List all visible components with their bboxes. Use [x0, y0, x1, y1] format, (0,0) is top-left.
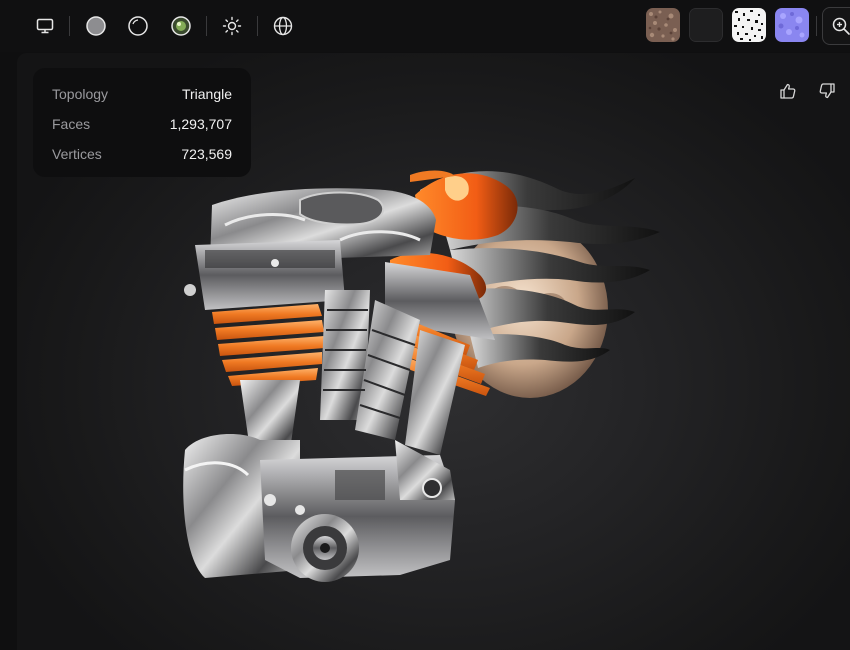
toolbar-divider	[69, 16, 70, 36]
globe-icon	[273, 16, 293, 36]
normal-map-icon	[775, 8, 809, 42]
toolbar-divider	[206, 16, 207, 36]
vertices-label: Vertices	[52, 146, 102, 162]
toolbar-divider	[257, 16, 258, 36]
monitor-icon	[36, 18, 54, 34]
green-sphere-icon	[171, 16, 191, 36]
faces-value: 1,293,707	[169, 116, 232, 132]
engine-3d-model[interactable]	[150, 150, 690, 600]
top-toolbar	[0, 0, 850, 52]
normal-texture-thumbnail[interactable]	[775, 8, 809, 42]
clay-material-button[interactable]	[166, 11, 196, 41]
noise-texture-thumbnail[interactable]	[732, 8, 766, 42]
zoom-button[interactable]	[822, 7, 850, 45]
like-button[interactable]	[777, 80, 799, 102]
faces-label: Faces	[52, 116, 91, 132]
model-viewer-app: Topology Triangle Faces 1,293,707 Vertic…	[0, 0, 850, 650]
toolbar-divider	[816, 16, 817, 36]
faces-row: Faces 1,293,707	[52, 114, 232, 134]
dislike-button[interactable]	[816, 80, 838, 102]
thumbs-up-icon	[780, 83, 796, 99]
base-color-icon	[646, 8, 680, 42]
sun-icon	[222, 16, 242, 36]
display-mode-button[interactable]	[30, 11, 60, 41]
environment-button[interactable]	[268, 11, 298, 41]
solid-material-button[interactable]	[81, 11, 111, 41]
topology-row: Topology Triangle	[52, 84, 232, 104]
topology-label: Topology	[52, 86, 109, 102]
dark-map-icon	[689, 8, 723, 42]
zoom-in-icon	[832, 17, 850, 35]
roughness-texture-thumbnail[interactable]	[689, 8, 723, 42]
lighting-button[interactable]	[217, 11, 247, 41]
thumbs-down-icon	[819, 83, 835, 99]
wireframe-material-button[interactable]	[123, 11, 153, 41]
filled-sphere-icon	[86, 16, 106, 36]
base-color-texture-thumbnail[interactable]	[646, 8, 680, 42]
topology-value: Triangle	[181, 86, 232, 102]
noise-map-icon	[732, 8, 766, 42]
outline-sphere-icon	[128, 16, 148, 36]
